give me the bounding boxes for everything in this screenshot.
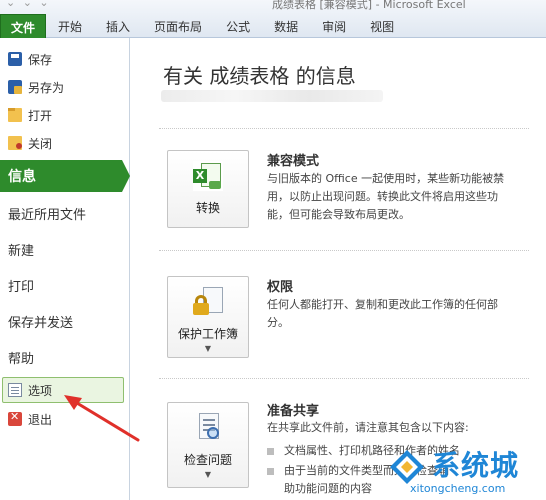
watermark-text: 系统城 [432,449,520,482]
watermark-logo-icon [390,450,424,484]
check-issues-button[interactable]: 检查问题 ▼ [167,402,249,488]
excel-convert-icon: X [193,161,223,191]
nav-save-as-label: 另存为 [28,80,65,95]
options-icon [8,383,22,397]
nav-save-label: 保存 [28,52,53,67]
tab-view[interactable]: 视图 [358,14,406,38]
tab-formulas[interactable]: 公式 [214,14,262,38]
ribbon: ⌄ ⌄ ⌄ 成绩表格 [兼容模式] - Microsoft Excel 文件 开… [0,0,546,38]
protect-workbook-label: 保护工作簿 [177,327,238,341]
tab-insert[interactable]: 插入 [94,14,142,38]
divider [159,250,529,251]
section-compat-desc: 与旧版本的 Office 一起使用时，某些新功能被禁用，以防止出现问题。转换此文… [267,172,505,221]
section-compat-title: 兼容模式 [267,154,320,169]
save-icon [8,52,22,66]
convert-button-label: 转换 [195,201,220,215]
exit-icon [8,410,22,426]
file-path-blurred [161,90,383,102]
open-folder-icon [8,108,22,122]
check-issues-label: 检查问题 [183,453,232,467]
list-item-continued: 助功能问题的内容 [284,482,372,495]
nav-close-label: 关闭 [28,136,53,151]
bullet-icon [267,447,274,455]
page-title: 有关 成绩表格 的信息 [163,64,356,88]
watermark: 系统城 xitongcheng.com [388,442,546,500]
nav-info[interactable]: 信息 [0,160,122,192]
nav-save-send[interactable]: 保存并发送 [0,304,128,338]
save-as-icon [8,80,22,94]
nav-exit-label: 退出 [28,412,53,427]
nav-save-as[interactable]: 另存为 [0,76,128,98]
nav-info-pointer [122,160,130,192]
lock-icon [193,287,223,317]
chevron-down-icon: ▼ [204,344,212,353]
nav-exit[interactable]: 退出 [0,408,128,430]
title-bar: ⌄ ⌄ ⌄ 成绩表格 [兼容模式] - Microsoft Excel [0,0,546,14]
section-share-title: 准备共享 [267,404,320,419]
nav-help[interactable]: 帮助 [0,340,128,374]
nav-open[interactable]: 打开 [0,104,128,126]
quick-access-toolbar[interactable]: ⌄ ⌄ ⌄ [6,0,51,9]
tab-data[interactable]: 数据 [262,14,310,38]
close-folder-icon [8,136,22,150]
backstage-nav: 保存 另存为 打开 关闭 信息 最近所用文件 新建 打印 保存并发送 帮助 选项… [0,38,130,500]
section-permissions-title: 权限 [267,280,294,295]
section-permissions-desc: 任何人都能打开、复制和更改此工作簿的任何部分。 [267,298,498,329]
divider [159,378,529,379]
tab-home[interactable]: 开始 [46,14,94,38]
nav-new[interactable]: 新建 [0,232,128,266]
info-panel: 有关 成绩表格 的信息 X 转换 兼容模式 与旧版本的 Office 一起使用时… [131,38,546,500]
tab-review[interactable]: 审阅 [310,14,358,38]
tab-file[interactable]: 文件 [0,14,47,38]
convert-button[interactable]: X 转换 [167,150,249,228]
nav-print[interactable]: 打印 [0,268,128,302]
tab-page-layout[interactable]: 页面布局 [142,14,214,38]
divider [159,128,529,129]
nav-close[interactable]: 关闭 [0,132,128,154]
nav-save[interactable]: 保存 [0,48,128,70]
protect-workbook-button[interactable]: 保护工作簿 ▼ [167,276,249,358]
nav-recent[interactable]: 最近所用文件 [0,196,128,230]
window-title: 成绩表格 [兼容模式] - Microsoft Excel [272,0,466,11]
section-share-desc: 在共享此文件前，请注意其包含以下内容: [267,421,469,434]
nav-options-label: 选项 [28,383,53,398]
nav-open-label: 打开 [28,108,53,123]
bullet-icon [267,467,274,475]
inspect-document-icon [193,413,223,443]
nav-options[interactable]: 选项 [0,379,128,401]
ribbon-tabs: 文件 开始 插入 页面布局 公式 数据 审阅 视图 [0,14,406,38]
watermark-url: xitongcheng.com [410,482,506,495]
chevron-down-icon: ▼ [204,470,212,479]
